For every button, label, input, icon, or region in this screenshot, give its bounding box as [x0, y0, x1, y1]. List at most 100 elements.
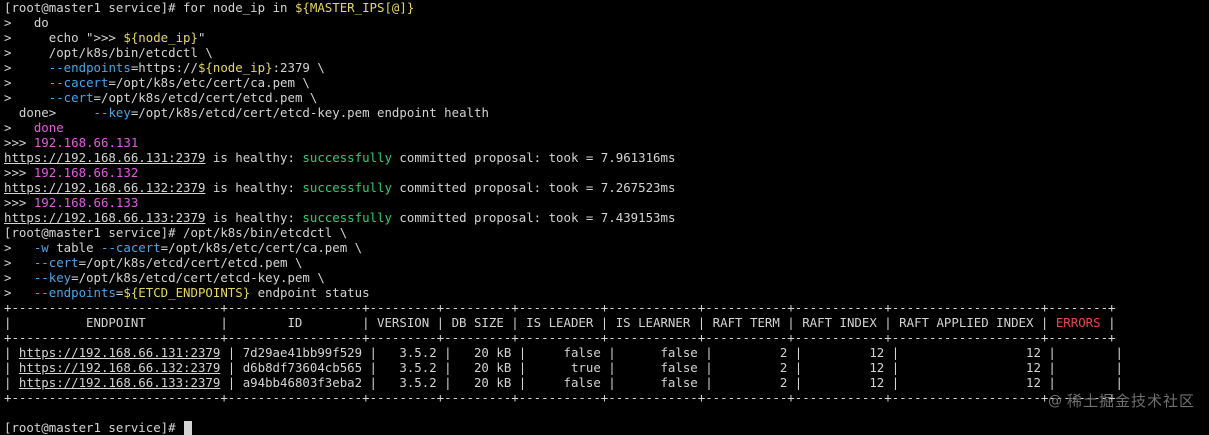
terminal-text: "	[197, 30, 206, 45]
terminal-line: [root@master1 service]# for node_ip in $…	[4, 0, 1209, 15]
endpoint-link[interactable]: https://192.168.66.133:2379	[4, 210, 205, 225]
terminal-text: is healthy:	[205, 150, 303, 165]
terminal-line: > /opt/k8s/bin/etcdctl \	[4, 45, 1209, 60]
terminal-text: endpoint status	[250, 285, 370, 300]
terminal-text: =/opt/k8s/etcd/cert/etcd.pem \	[78, 255, 303, 270]
terminal-text: is healthy:	[205, 210, 303, 225]
watermark-text: 稀土掘金技术社区	[1066, 392, 1195, 410]
terminal-text: committed proposal: took = 7.267523ms	[391, 180, 676, 195]
terminal-text: [root@master1 service]# for node_ip	[4, 0, 273, 15]
terminal-text: 192.168.66.132	[33, 165, 139, 180]
endpoint-link[interactable]: https://192.168.66.132:2379	[19, 360, 220, 375]
terminal-line: > --endpoints=${ETCD_ENDPOINTS} endpoint…	[4, 285, 1209, 300]
terminal-text: successfully	[302, 210, 392, 225]
terminal-text: successfully	[302, 150, 392, 165]
terminal-text: =/opt/k8s/etcd/cert/etcd.pem \	[93, 90, 318, 105]
endpoint-link[interactable]: https://192.168.66.132:2379	[4, 180, 205, 195]
terminal-text: > /opt/k8s/bin/etcdctl \	[4, 45, 213, 60]
terminal-text: done	[33, 120, 64, 135]
terminal-text: | 7d29ae41bb99f529 | 3.5.2 | 20 kB | fal…	[220, 345, 1123, 360]
terminal-text: >	[4, 285, 34, 300]
terminal-text: +----------------------------+----------…	[4, 330, 1116, 345]
terminal-text: | ENDPOINT | ID | VERSION | DB SIZE | IS…	[4, 315, 1056, 330]
terminal-text: --key	[93, 105, 131, 120]
terminal-text: ${node_ip}	[197, 60, 273, 75]
terminal-text: >>>	[4, 135, 34, 150]
terminal-text: =/opt/k8s/etc/cert/ca.pem \	[108, 75, 310, 90]
watermark: @ 稀土掘金技术社区	[1048, 390, 1195, 411]
terminal-line: | https://192.168.66.132:2379 | d6b8df73…	[4, 360, 1209, 375]
terminal-text: >	[4, 270, 34, 285]
terminal-text: -w	[33, 240, 49, 255]
terminal-line: | https://192.168.66.131:2379 | 7d29ae41…	[4, 345, 1209, 360]
terminal-line: >>> 192.168.66.131	[4, 135, 1209, 150]
terminal-text: --cert	[33, 255, 79, 270]
terminal-text: =/opt/k8s/etc/cert/ca.pem \	[160, 240, 363, 255]
terminal-text: is healthy:	[205, 180, 303, 195]
terminal-text: committed proposal: took = 7.961316ms	[391, 150, 676, 165]
terminal-text: table	[48, 240, 101, 255]
terminal-text: | d6b8df73604cb565 | 3.5.2 | 20 kB | tru…	[220, 360, 1123, 375]
terminal-line: +----------------------------+----------…	[4, 330, 1209, 345]
terminal-text: > echo ">>>	[4, 30, 124, 45]
terminal-text: 192.168.66.133	[33, 195, 139, 210]
terminal-text: ${ETCD_ENDPOINTS}	[123, 285, 251, 300]
terminal-line: | https://192.168.66.133:2379 | a94bb468…	[4, 375, 1209, 390]
terminal-text: +----------------------------+----------…	[4, 300, 1116, 315]
terminal-line: > --key=/opt/k8s/etcd/cert/etcd-key.pem …	[4, 270, 1209, 285]
terminal-text: >>>	[4, 195, 34, 210]
endpoint-link[interactable]: https://192.168.66.133:2379	[19, 375, 220, 390]
terminal-line: | ENDPOINT | ID | VERSION | DB SIZE | IS…	[4, 315, 1209, 330]
terminal-text: [root@master1 service]# /opt/k8s/bin/etc…	[4, 225, 348, 240]
terminal-text: --key	[33, 270, 72, 285]
terminal-text: >	[4, 120, 34, 135]
terminal-text: +----------------------------+----------…	[4, 390, 1116, 405]
terminal-text: =/opt/k8s/etcd/cert/etcd-key.pem endpoin…	[130, 105, 489, 120]
watermark-at-symbol: @	[1047, 392, 1063, 409]
terminal-line: >>> 192.168.66.133	[4, 195, 1209, 210]
terminal-text: --endpoints	[48, 60, 131, 75]
terminal-line: > done	[4, 120, 1209, 135]
terminal-text: committed proposal: took = 7.439153ms	[391, 210, 676, 225]
endpoint-link[interactable]: https://192.168.66.131:2379	[4, 150, 205, 165]
terminal-line: > -w table --cacert=/opt/k8s/etc/cert/ca…	[4, 240, 1209, 255]
terminal-text: >	[4, 75, 49, 90]
terminal-line: [root@master1 service]# /opt/k8s/bin/etc…	[4, 225, 1209, 240]
terminal-text: --endpoints	[33, 285, 116, 300]
terminal-text: ${node_ip}	[123, 30, 198, 45]
terminal-text: > do	[4, 15, 49, 30]
terminal-text: --cacert	[100, 240, 161, 255]
terminal-line: https://192.168.66.133:2379 is healthy: …	[4, 210, 1209, 225]
terminal-text: done>	[4, 105, 94, 120]
terminal-text: |	[4, 345, 19, 360]
text-cursor	[184, 421, 193, 435]
endpoint-link[interactable]: https://192.168.66.131:2379	[19, 345, 220, 360]
terminal-text: [root@master1 service]#	[4, 420, 184, 435]
terminal-window[interactable]: [root@master1 service]# for node_ip in $…	[0, 0, 1209, 435]
terminal-line: > echo ">>> ${node_ip}"	[4, 30, 1209, 45]
terminal-text: >	[4, 60, 49, 75]
terminal-text: |	[1100, 315, 1116, 330]
terminal-text: --cert	[48, 90, 94, 105]
terminal-line: > --cert=/opt/k8s/etcd/cert/etcd.pem \	[4, 255, 1209, 270]
terminal-line: https://192.168.66.131:2379 is healthy: …	[4, 150, 1209, 165]
terminal-text: :2379 \	[272, 60, 325, 75]
terminal-text: |	[4, 375, 19, 390]
terminal-line: >>> 192.168.66.132	[4, 165, 1209, 180]
terminal-text: successfully	[302, 180, 392, 195]
terminal-text: ERRORS	[1055, 315, 1101, 330]
terminal-line: > do	[4, 15, 1209, 30]
terminal-line: +----------------------------+----------…	[4, 300, 1209, 315]
terminal-line: > --endpoints=https://${node_ip}:2379 \	[4, 60, 1209, 75]
terminal-text: |	[4, 360, 19, 375]
terminal-line: done> --key=/opt/k8s/etcd/cert/etcd-key.…	[4, 105, 1209, 120]
terminal-line: +----------------------------+----------…	[4, 390, 1209, 405]
terminal-line: > --cert=/opt/k8s/etcd/cert/etcd.pem \	[4, 90, 1209, 105]
terminal-text: =/opt/k8s/etcd/cert/etcd-key.pem \	[71, 270, 325, 285]
terminal-line: https://192.168.66.132:2379 is healthy: …	[4, 180, 1209, 195]
terminal-text: >>>	[4, 165, 34, 180]
terminal-text: | a94bb46803f3eba2 | 3.5.2 | 20 kB | fal…	[220, 375, 1123, 390]
terminal-text: ${MASTER_IPS[@]}	[294, 0, 415, 15]
